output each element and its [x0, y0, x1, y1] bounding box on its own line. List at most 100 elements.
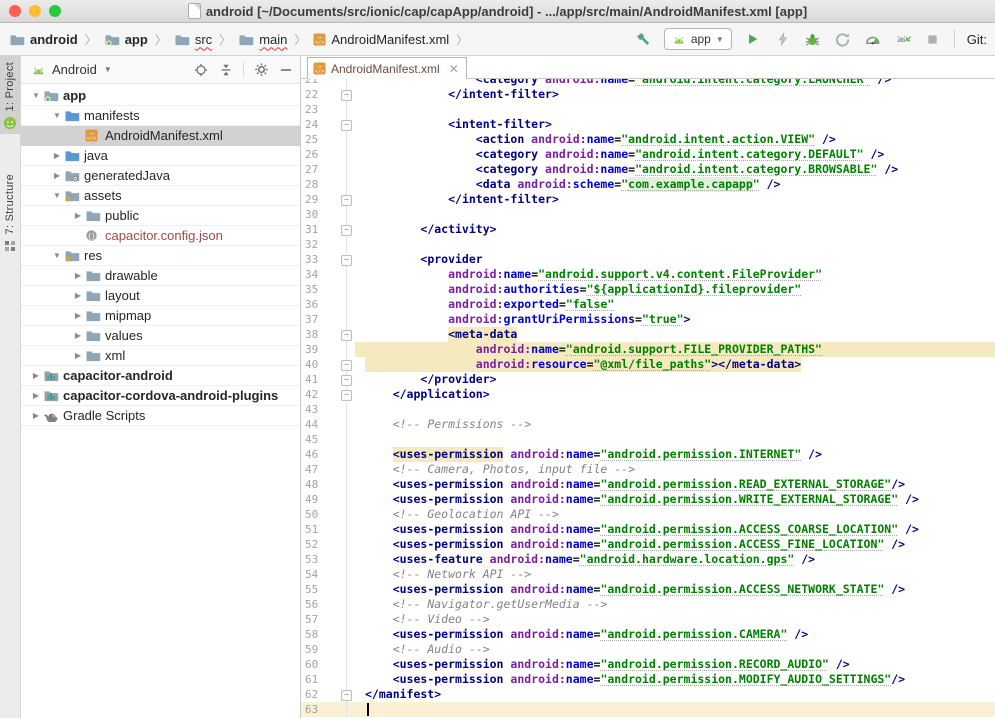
fold-marker-icon[interactable]: − [341, 330, 352, 341]
fold-marker-icon[interactable]: − [341, 120, 352, 131]
code-line-text[interactable]: <uses-permission android:name="android.p… [355, 447, 995, 462]
code-line-text[interactable]: <uses-permission android:name="android.p… [355, 492, 995, 507]
code-line-text[interactable]: <provider [355, 252, 995, 267]
tree-right-arrow-icon[interactable]: ▶ [71, 271, 85, 280]
breadcrumb-item-androidmanifest-xml[interactable]: </>AndroidManifest.xml [310, 30, 452, 49]
minimize-window-button[interactable] [29, 5, 41, 17]
tree-item-drawable[interactable]: ▶drawable [21, 266, 300, 286]
fold-marker-icon[interactable]: − [341, 90, 352, 101]
code-line-text[interactable]: <!-- Network API --> [355, 567, 995, 582]
code-line-text[interactable]: <uses-feature android:name="android.hard… [355, 552, 995, 567]
code-line-text[interactable]: <!-- Video --> [355, 612, 995, 627]
locate-file-icon[interactable] [193, 62, 209, 78]
code-line-text[interactable]: </application> [355, 387, 995, 402]
code-line-text[interactable]: </activity> [355, 222, 995, 237]
fold-marker-icon[interactable]: − [341, 225, 352, 236]
tree-item-java[interactable]: ▶java [21, 146, 300, 166]
breadcrumb-item-app[interactable]: app [101, 30, 151, 49]
tool-window-tab-project[interactable]: 1: Project [0, 56, 20, 134]
code-line-text[interactable]: <!-- Navigator.getUserMedia --> [355, 597, 995, 612]
tree-item-res[interactable]: ▼res [21, 246, 300, 266]
tree-right-arrow-icon[interactable]: ▶ [71, 211, 85, 220]
tree-item-values[interactable]: ▶values [21, 326, 300, 346]
code-line-text[interactable]: android:authorities="${applicationId}.fi… [355, 282, 995, 297]
tree-item-xml[interactable]: ▶xml [21, 346, 300, 366]
tree-right-arrow-icon[interactable]: ▶ [29, 371, 43, 380]
fold-marker-icon[interactable]: − [341, 255, 352, 266]
code-line-text[interactable]: <intent-filter> [355, 117, 995, 132]
breadcrumb-item-main[interactable]: main [235, 30, 290, 49]
fold-marker-icon[interactable]: − [341, 390, 352, 401]
code-line-text[interactable]: <!-- Camera, Photos, input file --> [355, 462, 995, 477]
code-area[interactable]: 21 <category android:name="android.inten… [301, 79, 995, 718]
build-hammer-icon[interactable] [634, 30, 652, 48]
tree-item-androidmanifest-xml[interactable]: </>AndroidManifest.xml [21, 126, 300, 146]
code-line-text[interactable] [355, 432, 995, 447]
close-window-button[interactable] [9, 5, 21, 17]
code-line-text[interactable]: </intent-filter> [355, 87, 995, 102]
gear-icon[interactable] [253, 62, 269, 78]
code-line-text[interactable]: <!-- Permissions --> [355, 417, 995, 432]
code-line-text[interactable]: <uses-permission android:name="android.p… [355, 477, 995, 492]
tree-right-arrow-icon[interactable]: ▶ [71, 331, 85, 340]
fold-marker-icon[interactable]: − [341, 690, 352, 701]
attach-debugger-icon[interactable] [894, 30, 912, 48]
code-line-text[interactable] [355, 207, 995, 222]
tree-right-arrow-icon[interactable]: ▶ [29, 391, 43, 400]
debug-icon[interactable] [804, 30, 822, 48]
code-line-text[interactable] [355, 402, 995, 417]
code-line-text[interactable]: </intent-filter> [355, 192, 995, 207]
breadcrumb-item-src[interactable]: src [171, 30, 215, 49]
code-line-text[interactable]: <meta-data [355, 327, 995, 342]
code-line-text[interactable]: android:exported="false" [355, 297, 995, 312]
tree-item-capacitor-android[interactable]: ▶capacitor-android [21, 366, 300, 386]
tree-item-public[interactable]: ▶public [21, 206, 300, 226]
tree-down-arrow-icon[interactable]: ▼ [50, 251, 64, 260]
code-line-text[interactable]: <action android:name="android.intent.act… [355, 132, 995, 147]
tree-right-arrow-icon[interactable]: ▶ [29, 411, 43, 420]
tree-item-generatedjava[interactable]: ▶generatedJava [21, 166, 300, 186]
code-line-text[interactable]: android:name="android.support.FILE_PROVI… [355, 342, 995, 357]
stop-icon[interactable] [924, 30, 942, 48]
code-line-text[interactable]: <!-- Geolocation API --> [355, 507, 995, 522]
tree-item-manifests[interactable]: ▼manifests [21, 106, 300, 126]
run-icon[interactable] [744, 30, 762, 48]
tool-window-tab-structure[interactable]: 7: Structure [0, 168, 20, 255]
tree-item-gradle-scripts[interactable]: ▶Gradle Scripts [21, 406, 300, 426]
editor-tab-androidmanifest[interactable]: </> AndroidManifest.xml ✕ [307, 57, 467, 79]
code-line-text[interactable]: <uses-permission android:name="android.p… [355, 522, 995, 537]
tree-right-arrow-icon[interactable]: ▶ [71, 291, 85, 300]
project-view-selector[interactable]: Android ▼ [31, 62, 112, 77]
hide-panel-icon[interactable] [278, 62, 294, 78]
tree-item-mipmap[interactable]: ▶mipmap [21, 306, 300, 326]
tree-item-capacitor-config-json[interactable]: {}capacitor.config.json [21, 226, 300, 246]
code-line-text[interactable]: <uses-permission android:name="android.p… [355, 672, 995, 687]
apply-code-changes-icon[interactable] [834, 30, 852, 48]
code-line-text[interactable]: <!-- Audio --> [355, 642, 995, 657]
tree-item-layout[interactable]: ▶layout [21, 286, 300, 306]
code-line-text[interactable]: <category android:name="android.intent.c… [355, 162, 995, 177]
fold-marker-icon[interactable]: − [341, 375, 352, 386]
code-line-text[interactable] [355, 237, 995, 252]
breadcrumb-item-android[interactable]: android [6, 30, 81, 49]
tree-item-capacitor-cordova-android-plugins[interactable]: ▶capacitor-cordova-android-plugins [21, 386, 300, 406]
code-line-text[interactable] [355, 702, 995, 717]
code-line-text[interactable]: </manifest> [355, 687, 995, 702]
tree-item-assets[interactable]: ▼assets [21, 186, 300, 206]
fold-marker-icon[interactable]: − [341, 195, 352, 206]
code-line-text[interactable]: <uses-permission android:name="android.p… [355, 537, 995, 552]
code-line-text[interactable]: <uses-permission android:name="android.p… [355, 627, 995, 642]
collapse-all-icon[interactable] [218, 62, 234, 78]
maximize-window-button[interactable] [49, 5, 61, 17]
fold-marker-icon[interactable]: − [341, 360, 352, 371]
tree-down-arrow-icon[interactable]: ▼ [29, 91, 43, 100]
tree-item-app[interactable]: ▼app [21, 86, 300, 106]
code-line-text[interactable]: android:resource="@xml/file_paths"></met… [355, 357, 995, 372]
code-line-text[interactable]: <uses-permission android:name="android.p… [355, 657, 995, 672]
tree-right-arrow-icon[interactable]: ▶ [50, 151, 64, 160]
tree-right-arrow-icon[interactable]: ▶ [71, 351, 85, 360]
code-line-text[interactable] [355, 102, 995, 117]
run-configuration-select[interactable]: app ▼ [664, 28, 732, 50]
code-line-text[interactable]: <category android:name="android.intent.c… [355, 147, 995, 162]
code-line-text[interactable]: <data android:scheme="com.example.capapp… [355, 177, 995, 192]
